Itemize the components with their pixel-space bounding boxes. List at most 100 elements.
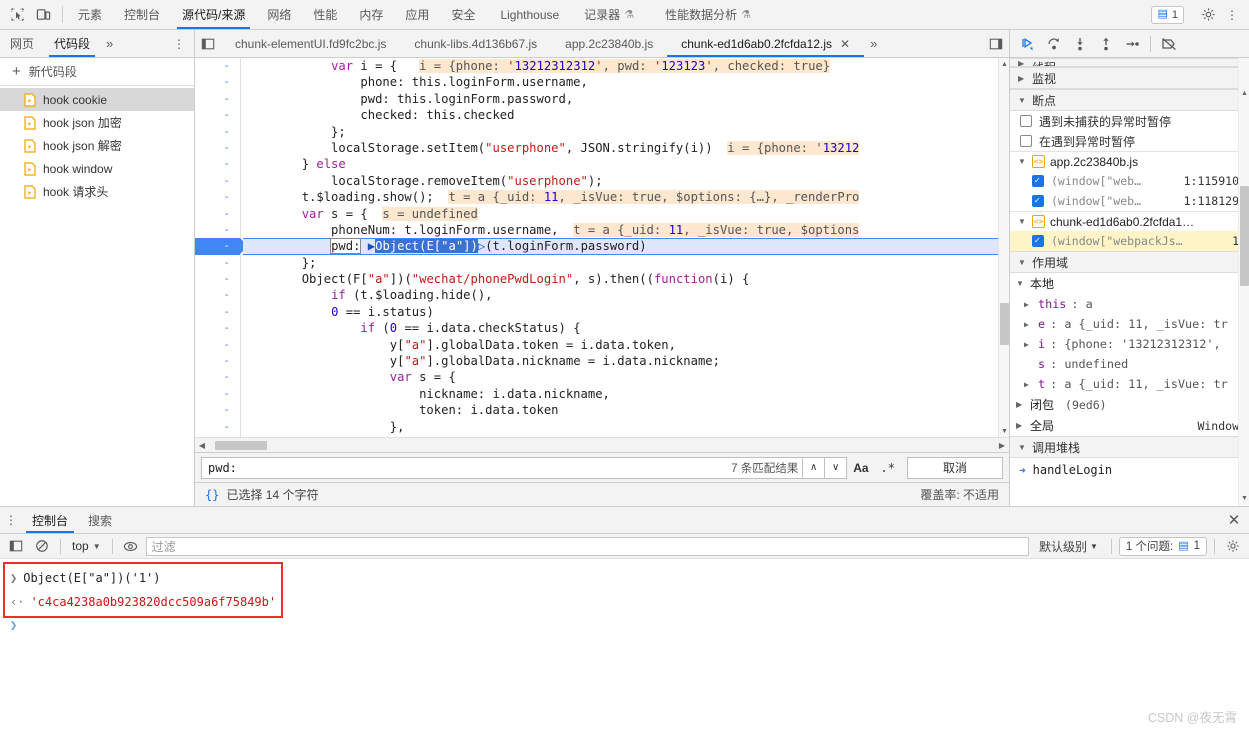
match-case-button[interactable]: Aa (847, 457, 874, 479)
tab-security[interactable]: 安全 (440, 0, 486, 29)
checkbox[interactable] (1020, 135, 1032, 147)
debugger-scrollbar[interactable]: ▲ ▼ (1238, 58, 1249, 506)
gutter-line[interactable]: - (195, 124, 240, 140)
gutter-line[interactable]: - (195, 402, 240, 418)
section-breakpoints[interactable]: ▼ 断点 (1010, 89, 1249, 111)
chevron-right-icon[interactable]: ▶ (1024, 340, 1033, 349)
close-icon[interactable]: ✕ (1219, 507, 1249, 533)
console-issues-badge[interactable]: 1 个问题: ▤ 1 (1118, 536, 1207, 556)
code-line[interactable]: phone: this.loginForm.username, (243, 74, 1009, 90)
chevron-double-right-icon[interactable]: » (864, 30, 883, 57)
scope-local-header[interactable]: ▼ 本地 (1010, 273, 1249, 294)
gutter-line[interactable]: - (195, 419, 240, 435)
more-vertical-icon[interactable]: ⋮ (1221, 4, 1243, 26)
step-over-button[interactable] (1042, 33, 1066, 55)
gutter-line[interactable]: - (195, 222, 240, 238)
regex-button[interactable]: .* (875, 457, 901, 479)
code-line[interactable]: var s = { s = undefined (243, 206, 1009, 222)
code-line[interactable]: Object(F["a"])("wechat/phonePwdLogin", s… (243, 271, 1009, 287)
scrollbar-thumb[interactable] (215, 440, 267, 450)
scroll-left-arrow[interactable]: ◀ (195, 441, 209, 450)
scope-global-header[interactable]: ▶ 全局 Window (1010, 415, 1249, 436)
section-threads[interactable]: ▶ 线程 (1010, 58, 1249, 67)
scroll-up-arrow[interactable]: ▲ (1239, 88, 1249, 98)
chevron-double-right-icon[interactable]: » (100, 30, 119, 57)
gutter-line[interactable]: - (195, 173, 240, 189)
new-snippet-button[interactable]: + 新代码段 (0, 58, 194, 86)
code-line[interactable]: }, (243, 419, 1009, 435)
tab-console[interactable]: 控制台 (113, 0, 171, 29)
issues-badge[interactable]: ▤ 1 (1151, 5, 1184, 24)
scrollbar-thumb[interactable] (1000, 303, 1009, 345)
section-scope[interactable]: ▼ 作用域 (1010, 251, 1249, 273)
cancel-button[interactable]: 取消 (907, 456, 1003, 479)
code-line[interactable]: nickname: i.data.nickname, (243, 386, 1009, 402)
tab-performance[interactable]: 性能 (302, 0, 348, 29)
file-tab-chunk-ed1d6ab0[interactable]: chunk-ed1d6ab0.2fcfda12.js ✕ (667, 30, 864, 57)
nav-tab-snippets[interactable]: 代码段 (44, 30, 100, 57)
device-toolbar-icon[interactable] (34, 6, 52, 24)
code-line[interactable]: pwd: ▶Object(E["a"])▷(t.loginForm.passwo… (243, 238, 1009, 255)
search-input-wrapper[interactable]: 7 条匹配结果 (201, 456, 804, 479)
gutter-line[interactable]: - (195, 189, 240, 205)
code-line[interactable]: }; (243, 124, 1009, 140)
step-into-button[interactable] (1068, 33, 1092, 55)
section-watch[interactable]: ▶ 监视 (1010, 67, 1249, 89)
code-line[interactable]: 0 == i.status) (243, 304, 1009, 320)
gutter-line[interactable]: - (195, 287, 240, 303)
gutter-line[interactable]: - (195, 353, 240, 369)
inspect-element-icon[interactable] (8, 6, 26, 24)
gutter-line[interactable]: - (195, 255, 240, 271)
chevron-right-icon[interactable]: ▶ (1024, 320, 1033, 329)
list-item[interactable]: hook 请求头 (0, 180, 194, 203)
scope-variable-this[interactable]: ▶ this: a (1010, 294, 1249, 314)
gutter-line[interactable]: - (195, 140, 240, 156)
code-content[interactable]: var i = { i = {phone: '13212312312', pwd… (241, 58, 1009, 437)
execution-context-select[interactable]: top ▼ (68, 539, 105, 553)
code-line[interactable]: pwd: this.loginForm.password, (243, 91, 1009, 107)
more-vertical-icon[interactable]: ⋮ (0, 507, 22, 533)
resume-button[interactable] (1016, 33, 1040, 55)
gutter-line[interactable]: - (195, 156, 240, 172)
chevron-right-icon[interactable]: ▶ (1024, 380, 1033, 389)
log-level-select[interactable]: 默认级别 ▼ (1033, 538, 1104, 555)
code-line[interactable]: } else (243, 156, 1009, 172)
gutter-line[interactable]: - (195, 91, 240, 107)
code-line[interactable]: if (0 == i.data.checkStatus) { (243, 320, 1009, 336)
step-out-button[interactable] (1094, 33, 1118, 55)
breakpoint-item[interactable]: (window["web… 1:115910 (1010, 171, 1249, 191)
tab-application[interactable]: 应用 (394, 0, 440, 29)
checkbox[interactable] (1032, 175, 1044, 188)
editor-vertical-scrollbar[interactable]: ▲ ▼ (998, 58, 1009, 437)
search-prev-button[interactable]: ∧ (803, 456, 826, 479)
gutter-line[interactable]: - (195, 337, 240, 353)
code-line[interactable]: phoneNum: t.loginForm.username, t = a {_… (243, 222, 1009, 238)
gutter-current-line-marker[interactable]: - (195, 238, 248, 255)
code-line[interactable]: localStorage.removeItem("userphone"); (243, 173, 1009, 189)
editor-horizontal-scrollbar[interactable]: ◀ ▶ (195, 437, 1009, 452)
console-sidebar-icon[interactable] (5, 536, 27, 556)
tab-memory[interactable]: 内存 (348, 0, 394, 29)
list-item[interactable]: hook cookie (0, 88, 194, 111)
code-line[interactable]: var s = { (243, 369, 1009, 385)
show-navigator-icon[interactable] (195, 30, 221, 57)
gutter-line[interactable]: - (195, 58, 240, 74)
code-editor[interactable]: ----------------------- var i = { i = {p… (195, 58, 1009, 437)
clear-console-icon[interactable] (31, 536, 53, 556)
tab-performance-insights[interactable]: 性能数据分析 ⚗ (645, 0, 762, 29)
pretty-print-icon[interactable]: {} (205, 488, 219, 502)
scroll-right-arrow[interactable]: ▶ (995, 441, 1009, 450)
console-output[interactable]: ❯ Object(E["a"])('1') ‹· 'c4ca4238a0b923… (0, 559, 1249, 734)
scope-variable-s[interactable]: ▶ s: undefined (1010, 354, 1249, 374)
scroll-up-arrow[interactable]: ▲ (999, 58, 1009, 70)
gutter-line[interactable]: - (195, 320, 240, 336)
nav-tab-page[interactable]: 网页 (0, 30, 44, 57)
gear-icon[interactable] (1222, 536, 1244, 556)
scroll-down-arrow[interactable]: ▼ (1239, 493, 1249, 503)
tab-recorder[interactable]: 记录器 ⚗ (573, 0, 645, 29)
breakpoint-group-header[interactable]: ▼ <> app.2c23840b.js (1010, 151, 1249, 171)
scope-variable-i[interactable]: ▶ i: {phone: '13212312312', (1010, 334, 1249, 354)
code-line[interactable]: var i = { i = {phone: '13212312312', pwd… (243, 58, 1009, 74)
list-item[interactable]: hook json 解密 (0, 134, 194, 157)
code-line[interactable]: t.$loading.show(); t = a {_uid: 11, _isV… (243, 189, 1009, 205)
